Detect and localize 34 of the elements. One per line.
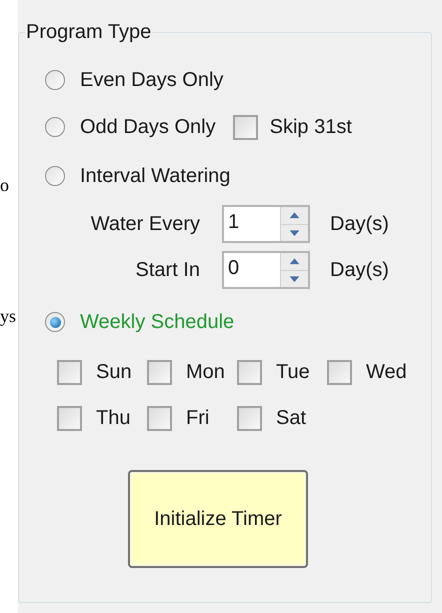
radio-label[interactable]: Even Days Only <box>80 65 224 95</box>
day-label[interactable]: Fri <box>186 403 210 433</box>
initialize-timer-button[interactable]: Initialize Timer <box>128 470 308 568</box>
day-label[interactable]: Wed <box>366 357 407 387</box>
radio-button[interactable] <box>45 166 65 186</box>
checkbox[interactable] <box>57 360 82 384</box>
checkbox-label[interactable]: Skip 31st <box>270 112 352 142</box>
checkbox[interactable] <box>147 406 172 430</box>
day-label[interactable]: Mon <box>186 357 225 387</box>
day-label[interactable]: Sun <box>96 357 132 387</box>
field-label: Start In <box>134 258 200 283</box>
day-label[interactable]: Tue <box>276 357 310 387</box>
spinner-value: 1 <box>227 210 240 235</box>
checkbox[interactable] <box>327 360 352 384</box>
spinner-value: 0 <box>227 256 240 281</box>
unit-label: Day(s) <box>330 212 389 237</box>
background-text: o <box>0 176 9 194</box>
checkbox[interactable] <box>147 360 172 384</box>
radio-button[interactable] <box>45 312 65 332</box>
checkbox[interactable] <box>57 406 82 430</box>
day-label[interactable]: Thu <box>96 403 130 433</box>
field-label: Water Every <box>90 212 200 237</box>
number-spinner[interactable]: 1 <box>222 205 310 243</box>
number-spinner[interactable]: 0 <box>222 251 310 289</box>
radio-label[interactable]: Odd Days Only <box>80 112 216 142</box>
unit-label: Day(s) <box>330 258 389 283</box>
checkbox[interactable] <box>232 114 258 140</box>
background-text: ys <box>0 307 16 325</box>
checkbox[interactable] <box>237 406 262 430</box>
radio-button[interactable] <box>45 70 65 90</box>
checkbox[interactable] <box>237 360 262 384</box>
radio-button[interactable] <box>45 117 65 137</box>
day-label[interactable]: Sat <box>276 403 306 433</box>
radio-label[interactable]: Interval Watering <box>80 161 230 191</box>
